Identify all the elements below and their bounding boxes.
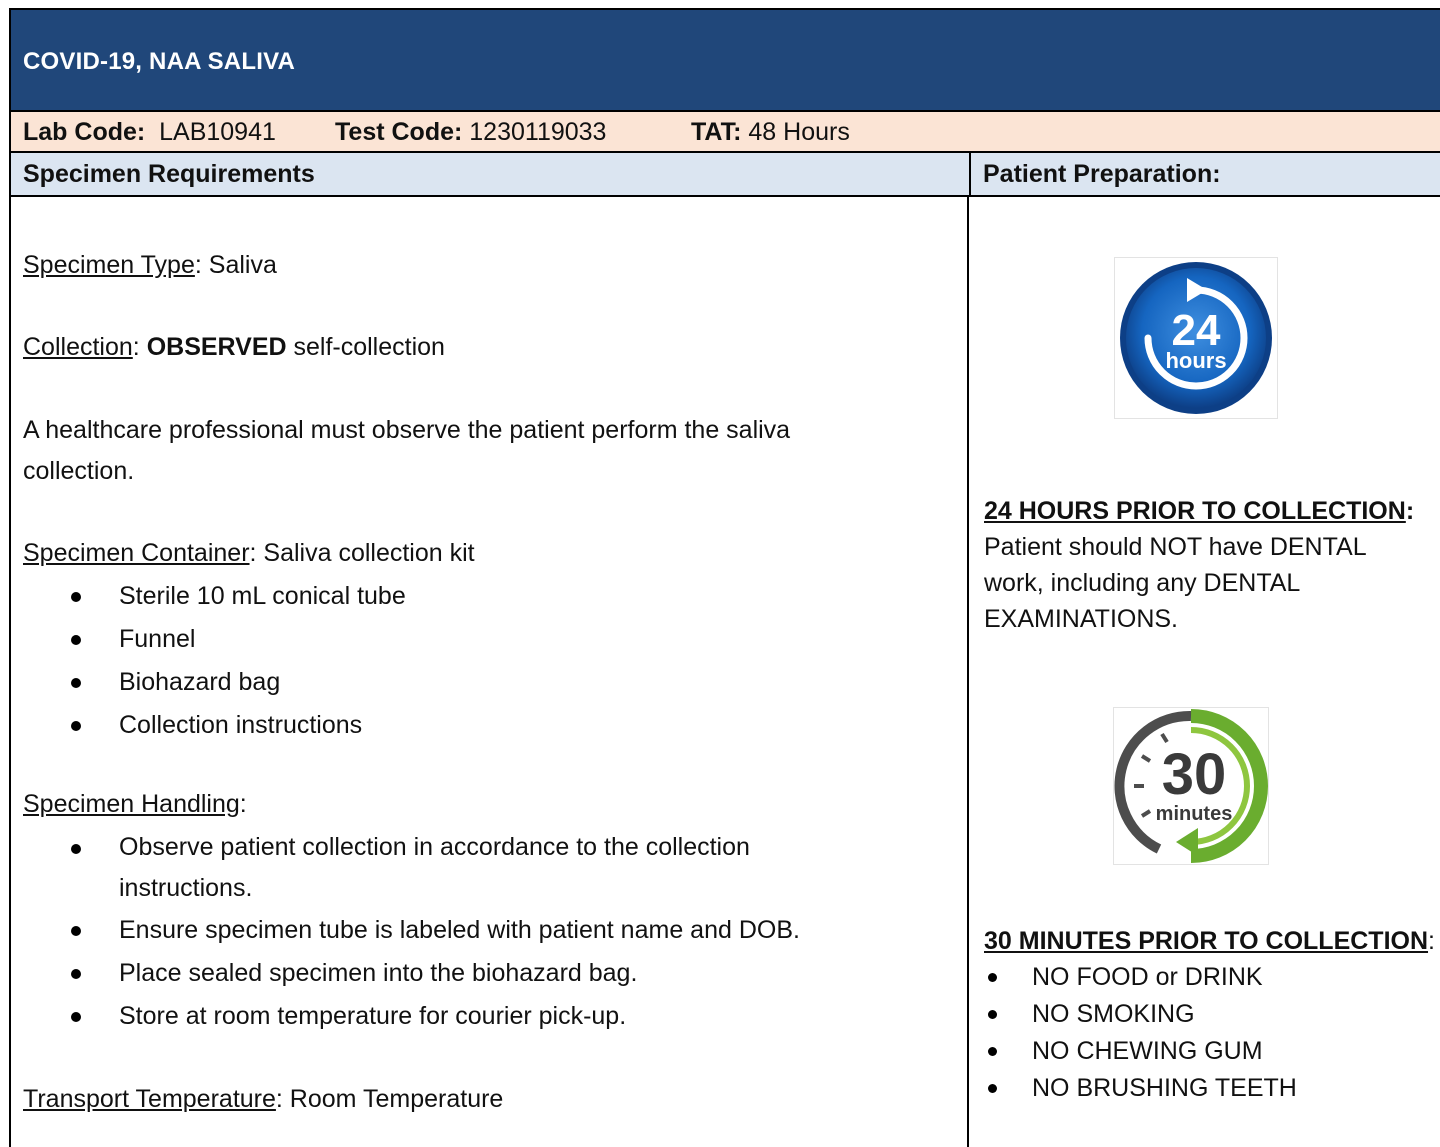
lab-code: Lab Code: LAB10941: [23, 118, 276, 147]
tat: TAT: 48 Hours: [691, 118, 850, 147]
lab-code-label: Lab Code:: [23, 118, 146, 146]
column-divider: [967, 197, 969, 1147]
observe-note-line1: A healthcare professional must observe t…: [23, 416, 791, 444]
24-hours-graphic: 24 hours: [1120, 262, 1272, 414]
list-item: NO SMOKING: [984, 996, 1297, 1033]
list-item: NO FOOD or DRINK: [984, 959, 1297, 996]
specimen-handling-separator: :: [239, 790, 247, 818]
list-item: Funnel: [23, 618, 406, 661]
24-hours-unit: hours: [1165, 348, 1226, 373]
collection-separator: :: [132, 333, 147, 361]
page-title: COVID-19, NAA SALIVA: [23, 48, 296, 75]
specimen-type-value: : Saliva: [194, 251, 277, 279]
collection-rest: self-collection: [286, 333, 445, 361]
30-minutes-icon: 30 minutes: [1113, 707, 1269, 865]
collection: Collection: OBSERVED self-collection: [23, 327, 445, 368]
tat-label: TAT:: [691, 118, 742, 146]
specimen-handling: Specimen Handling:: [23, 784, 247, 825]
30-minutes-graphic: 30 minutes: [1114, 709, 1268, 863]
prior-30-colon: :: [1428, 927, 1435, 955]
test-sheet: COVID-19, NAA SALIVA Lab Code: LAB10941 …: [9, 8, 1440, 1147]
test-code-label: Test Code:: [335, 118, 463, 146]
tat-value: 48 Hours: [748, 118, 850, 146]
transport-temperature-value: : Room Temperature: [275, 1085, 504, 1113]
list-item: NO BRUSHING TEETH: [984, 1070, 1297, 1107]
transport-temperature-label: Transport Temperature: [23, 1085, 276, 1113]
prior-24-line2: work, including any DENTAL: [984, 569, 1301, 597]
list-item: Observe patient collection in accordance…: [23, 827, 800, 909]
list-item: Collection instructions: [23, 704, 406, 747]
list-item: Sterile 10 mL conical tube: [23, 575, 406, 618]
prior-30-heading: 30 MINUTES PRIOR TO COLLECTION:: [984, 923, 1435, 959]
observe-note-line2: collection.: [23, 457, 135, 485]
specimen-container-value: : Saliva collection kit: [249, 539, 475, 567]
list-item: Place sealed specimen into the biohazard…: [23, 952, 800, 995]
specimen-type-label: Specimen Type: [23, 251, 195, 279]
specimen-handling-label: Specimen Handling: [23, 790, 240, 818]
specimen-requirements-heading: Specimen Requirements: [11, 153, 969, 197]
specimen-requirements-label: Specimen Requirements: [23, 160, 315, 188]
prior-30-heading-text: 30 MINUTES PRIOR TO COLLECTION: [984, 927, 1429, 955]
24-hours-icon: 24 hours: [1114, 257, 1278, 419]
handling-list: Observe patient collection in accordance…: [23, 827, 800, 1038]
test-code: Test Code: 1230119033: [335, 118, 606, 147]
prior-24-heading: 24 HOURS PRIOR TO COLLECTION:: [984, 493, 1414, 529]
specimen-type: Specimen Type: Saliva: [23, 245, 277, 286]
list-item: NO CHEWING GUM: [984, 1033, 1297, 1070]
patient-preparation-label: Patient Preparation:: [983, 160, 1221, 188]
test-code-value: 1230119033: [469, 118, 607, 146]
prior-30-list: NO FOOD or DRINK NO SMOKING NO CHEWING G…: [984, 959, 1297, 1107]
prior-24-heading-text: 24 HOURS PRIOR TO COLLECTION: [984, 497, 1406, 525]
handling-item-1-line2: instructions.: [119, 874, 253, 902]
prior-24-line3: EXAMINATIONS.: [984, 605, 1179, 633]
title-bar: COVID-19, NAA SALIVA: [11, 10, 1440, 112]
30-minutes-number: 30: [1162, 742, 1227, 807]
specimen-container-label: Specimen Container: [23, 539, 250, 567]
transport-temperature: Transport Temperature: Room Temperature: [23, 1079, 503, 1120]
list-item: Biohazard bag: [23, 661, 406, 704]
collection-label: Collection: [23, 333, 133, 361]
prior-24-colon: :: [1405, 497, 1415, 525]
handling-item-1-line1: Observe patient collection in accordance…: [119, 833, 750, 861]
container-list: Sterile 10 mL conical tube Funnel Biohaz…: [23, 575, 406, 747]
list-item: Ensure specimen tube is labeled with pat…: [23, 909, 800, 952]
code-bar: Lab Code: LAB10941 Test Code: 1230119033…: [11, 112, 1440, 153]
list-item: Store at room temperature for courier pi…: [23, 995, 800, 1038]
collection-observed: OBSERVED: [146, 333, 287, 361]
prior-24-line1: Patient should NOT have DENTAL: [984, 533, 1367, 561]
30-minutes-unit: minutes: [1156, 803, 1233, 825]
patient-preparation-heading: Patient Preparation:: [969, 153, 1440, 197]
specimen-container: Specimen Container: Saliva collection ki…: [23, 533, 475, 574]
lab-code-value: LAB10941: [159, 118, 276, 146]
